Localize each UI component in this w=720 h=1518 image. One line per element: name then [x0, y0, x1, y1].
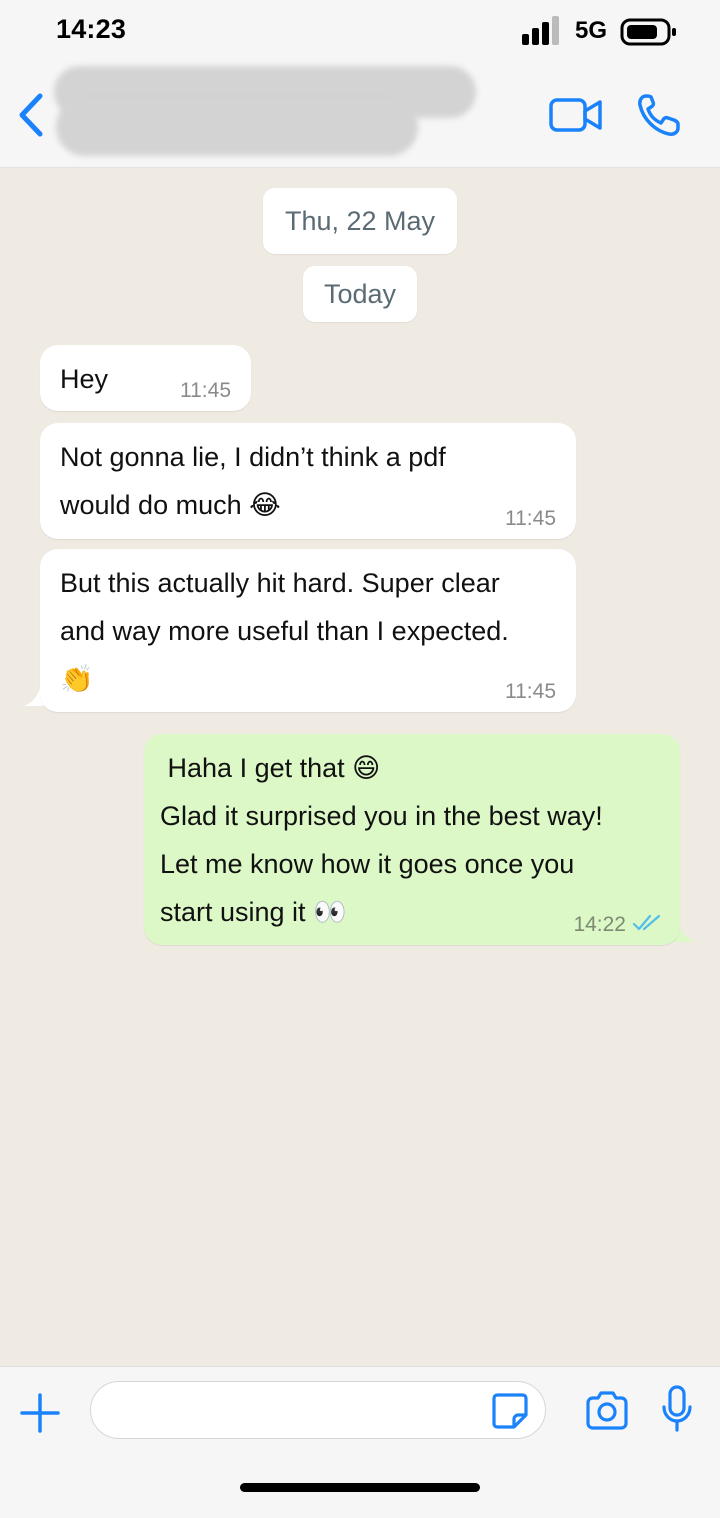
- phone-icon[interactable]: [636, 92, 684, 138]
- incoming-message[interactable]: But this actually hit hard. Super clear …: [40, 549, 576, 712]
- message-text: Not gonna lie, I didn’t think a pdf woul…: [60, 442, 446, 520]
- message-time: 11:45: [180, 379, 231, 402]
- message-text: Haha I get that 😄 Glad it surprised you …: [160, 753, 603, 927]
- home-indicator: [240, 1483, 480, 1492]
- incoming-message[interactable]: Hey 11:45: [40, 345, 251, 411]
- message-input-bar: [0, 1366, 720, 1518]
- date-chip: Thu, 22 May: [263, 188, 457, 254]
- message-time: 11:45: [505, 680, 556, 703]
- message-time: 11:45: [505, 507, 556, 530]
- message-time: 14:22: [573, 913, 626, 936]
- message-input[interactable]: [90, 1381, 546, 1439]
- video-call-icon[interactable]: [548, 96, 604, 134]
- incoming-message[interactable]: Not gonna lie, I didn’t think a pdf woul…: [40, 423, 576, 539]
- date-chip: Today: [303, 266, 417, 322]
- battery-icon: [620, 18, 676, 46]
- chat-header: [0, 62, 720, 168]
- plus-icon[interactable]: [18, 1391, 62, 1435]
- outgoing-message[interactable]: Haha I get that 😄 Glad it surprised you …: [144, 734, 680, 945]
- message-text: Hey: [60, 364, 109, 394]
- chevron-left-icon[interactable]: [14, 92, 48, 138]
- signal-icon: [522, 16, 559, 45]
- sticker-icon[interactable]: [490, 1391, 530, 1431]
- message-text: But this actually hit hard. Super clear …: [60, 568, 509, 694]
- status-bar: 14:23 5G: [0, 0, 720, 62]
- contact-name-redacted[interactable]: [48, 62, 478, 162]
- status-time: 14:23: [56, 14, 127, 44]
- microphone-icon[interactable]: [660, 1385, 694, 1433]
- camera-icon[interactable]: [584, 1389, 630, 1431]
- chat-messages[interactable]: Thu, 22 May Today Hey 11:45 Not gonna li…: [0, 168, 720, 1366]
- network-type: 5G: [575, 17, 608, 44]
- read-receipt-icon: [632, 914, 661, 931]
